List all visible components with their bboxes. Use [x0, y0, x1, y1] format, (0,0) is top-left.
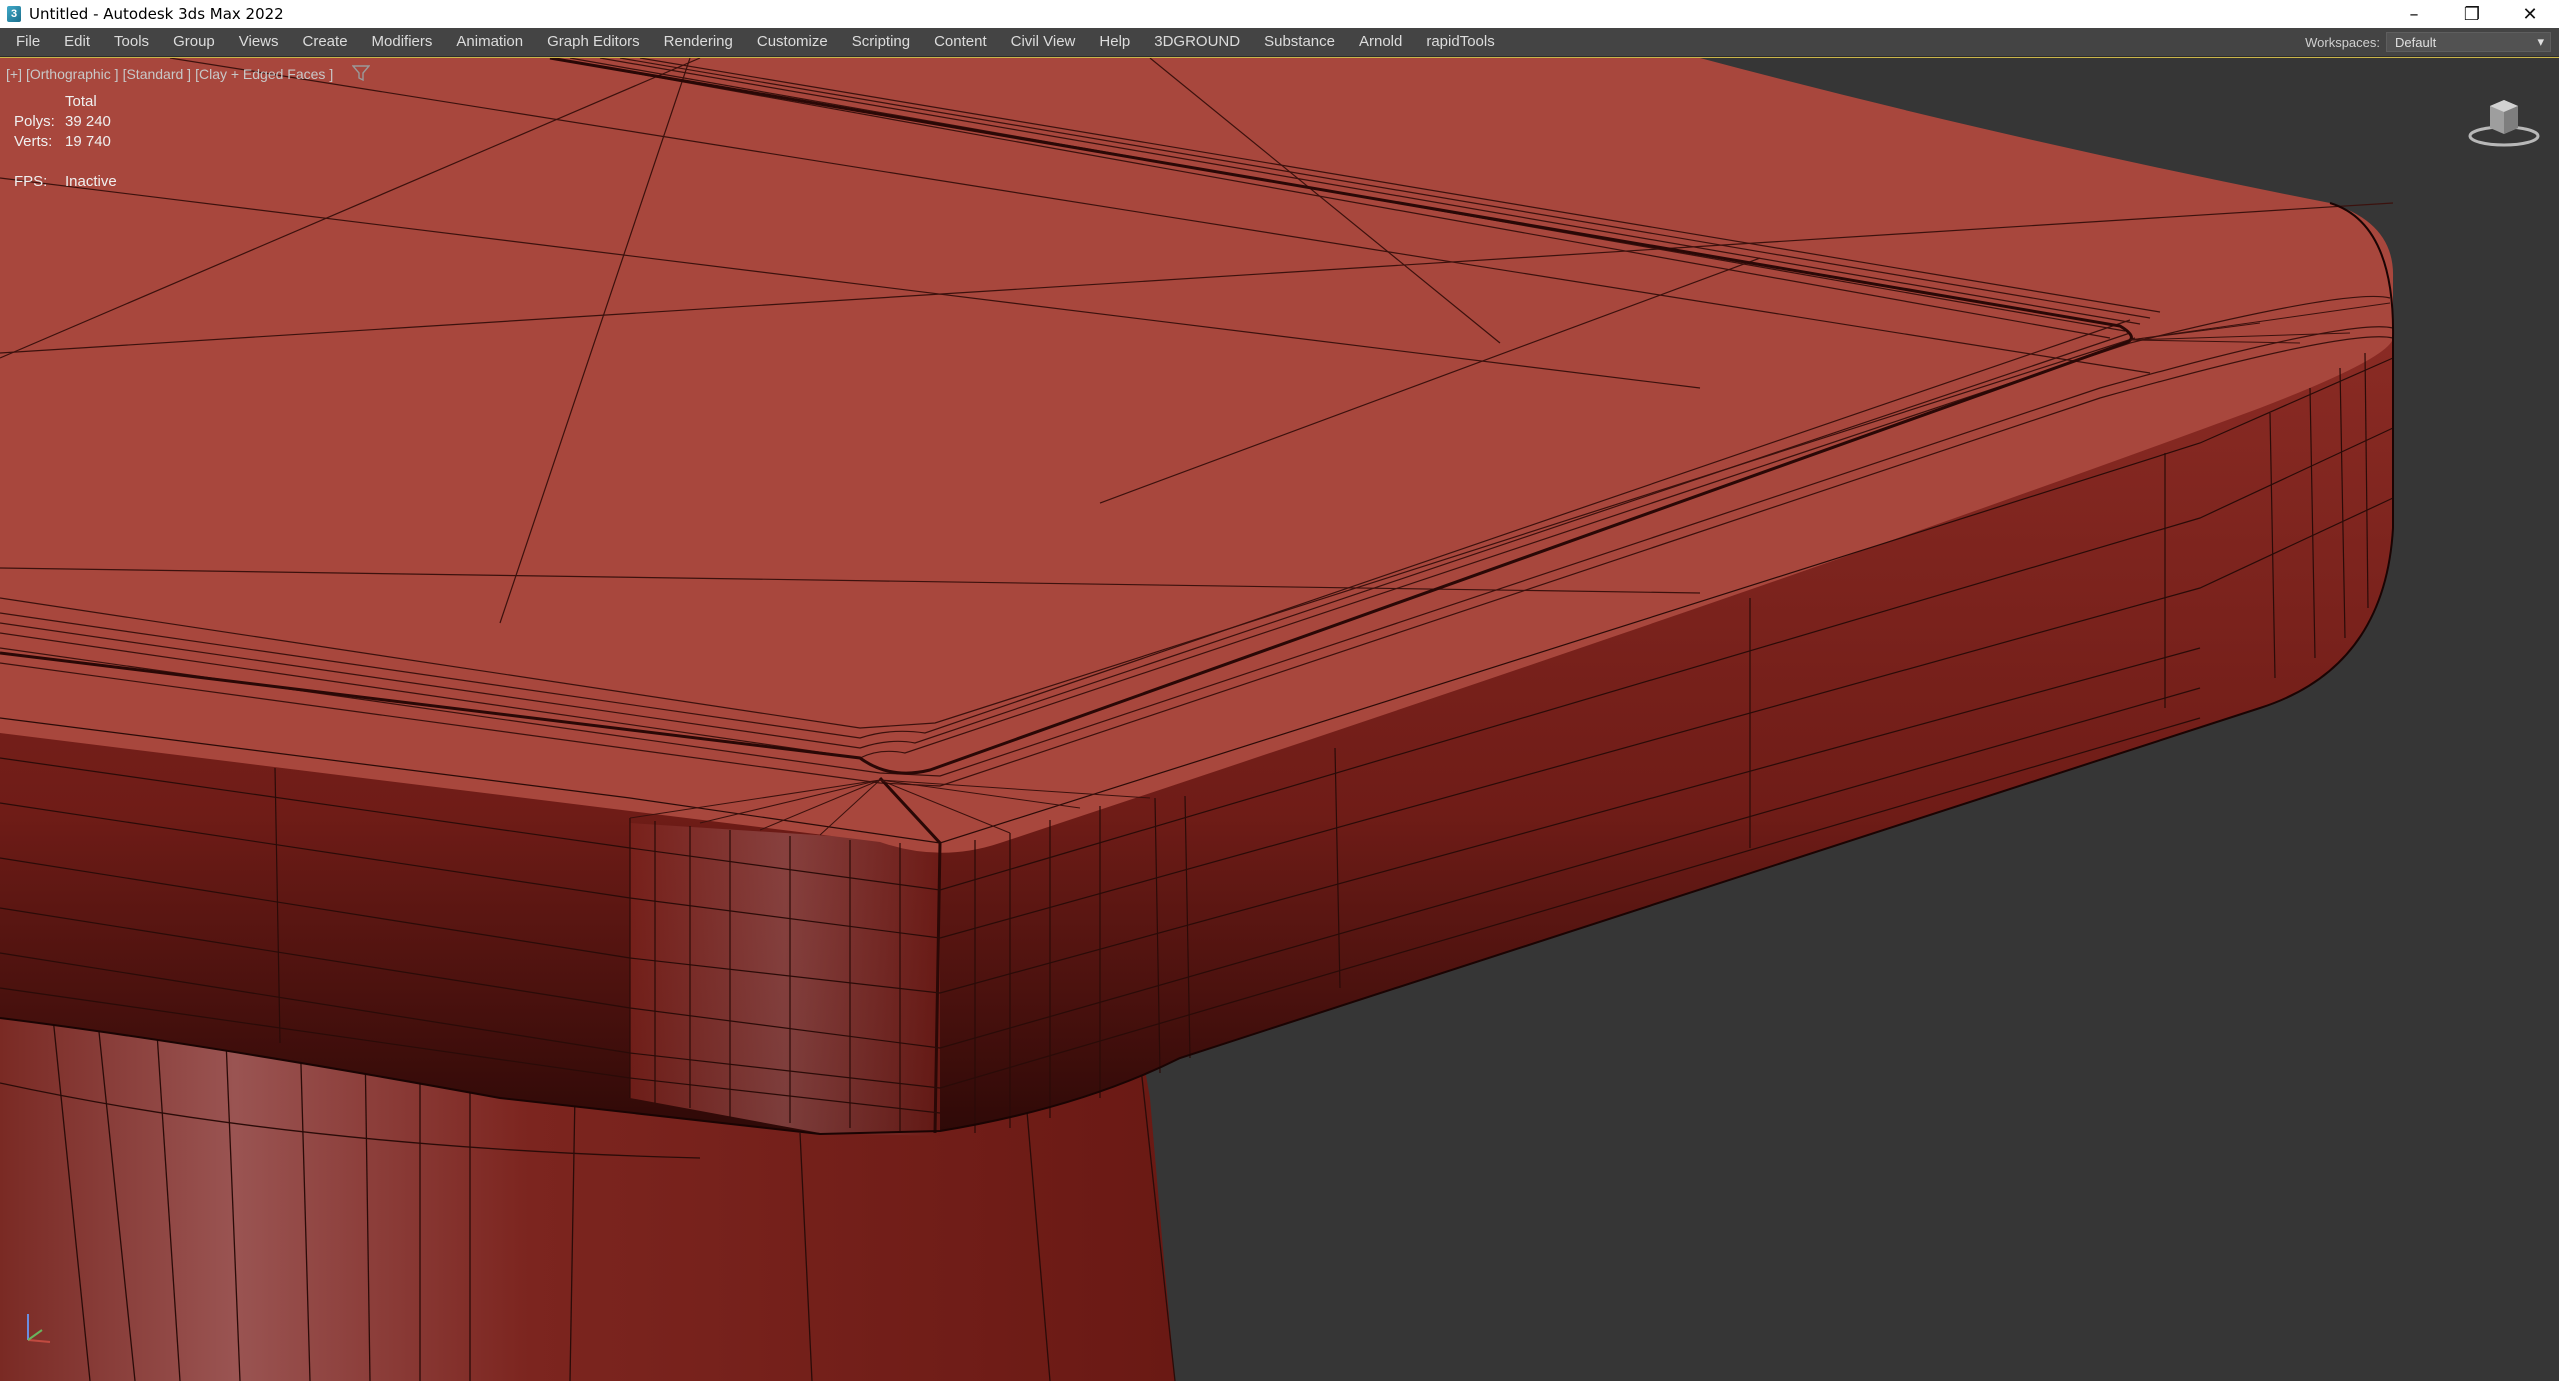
viewport-point-of-view[interactable]: [Orthographic ]: [26, 66, 119, 82]
menu-bar: File Edit Tools Group Views Create Modifiers An…: [0, 28, 2559, 57]
polys-value: 39 240: [65, 113, 111, 130]
viewport-scene: [0, 58, 2395, 1381]
menu-file[interactable]: File: [4, 28, 52, 56]
menu-create[interactable]: Create: [291, 28, 360, 56]
chevron-down-icon: ▾: [2537, 34, 2544, 49]
fps-value: Inactive: [65, 173, 117, 190]
axis-tripod-icon: [27, 1314, 51, 1343]
window-title: Untitled - Autodesk 3ds Max 2022: [29, 5, 284, 23]
app-icon: 3: [7, 6, 21, 22]
restore-button[interactable]: ❐: [2443, 0, 2501, 28]
menu-group[interactable]: Group: [161, 28, 227, 56]
filter-icon[interactable]: [352, 65, 370, 81]
fps-label: FPS:: [14, 173, 48, 190]
viewcube-icon[interactable]: [2466, 92, 2542, 150]
menu-modifiers[interactable]: Modifiers: [360, 28, 445, 56]
menu-3dground[interactable]: 3DGROUND: [1142, 28, 1252, 56]
menu-edit[interactable]: Edit: [52, 28, 102, 56]
menu-rapidtools[interactable]: rapidTools: [1414, 28, 1506, 56]
menu-tools[interactable]: Tools: [102, 28, 161, 56]
workspaces-label: Workspaces:: [2305, 34, 2380, 50]
verts-value: 19 740: [65, 133, 111, 150]
menu-animation[interactable]: Animation: [444, 28, 535, 56]
menu-civil-view[interactable]: Civil View: [999, 28, 1088, 56]
menu-rendering[interactable]: Rendering: [652, 28, 745, 56]
viewport-display-mode[interactable]: [Clay + Edged Faces ]: [195, 66, 333, 82]
polys-label: Polys:: [14, 113, 55, 130]
menu-customize[interactable]: Customize: [745, 28, 840, 56]
stats-header: Total: [65, 93, 97, 110]
tabletop-front-corner: [630, 823, 940, 1136]
menu-graph-editors[interactable]: Graph Editors: [535, 28, 652, 56]
workspace-value: Default: [2395, 34, 2437, 50]
menu-views[interactable]: Views: [227, 28, 291, 56]
viewport-label[interactable]: [+] [Orthographic ] [Standard ] [Clay + Edg…: [6, 66, 337, 82]
workspace-dropdown[interactable]: Default ▾: [2386, 32, 2551, 52]
minimize-button[interactable]: –: [2385, 0, 2443, 28]
menu-help[interactable]: Help: [1087, 28, 1142, 56]
menu-arnold[interactable]: Arnold: [1347, 28, 1414, 56]
viewport-menu-plus[interactable]: [+]: [6, 66, 22, 82]
close-button[interactable]: ✕: [2501, 0, 2559, 28]
viewport-orthographic[interactable]: [+] [Orthographic ] [Standard ] [Clay + Edg…: [0, 57, 2559, 1381]
viewport-statistics: Total Polys: 39 240 Verts: 19 740 FPS: Inac…: [14, 92, 117, 192]
menu-content[interactable]: Content: [922, 28, 999, 56]
title-bar: 3 Untitled - Autodesk 3ds Max 2022 – ❐ ✕: [0, 0, 2559, 28]
menu-substance[interactable]: Substance: [1252, 28, 1347, 56]
verts-label: Verts:: [14, 133, 53, 150]
menu-items: File Edit Tools Group Views Create Modifiers An…: [0, 28, 2305, 56]
viewport-shading-standard[interactable]: [Standard ]: [123, 66, 192, 82]
menu-scripting[interactable]: Scripting: [840, 28, 922, 56]
